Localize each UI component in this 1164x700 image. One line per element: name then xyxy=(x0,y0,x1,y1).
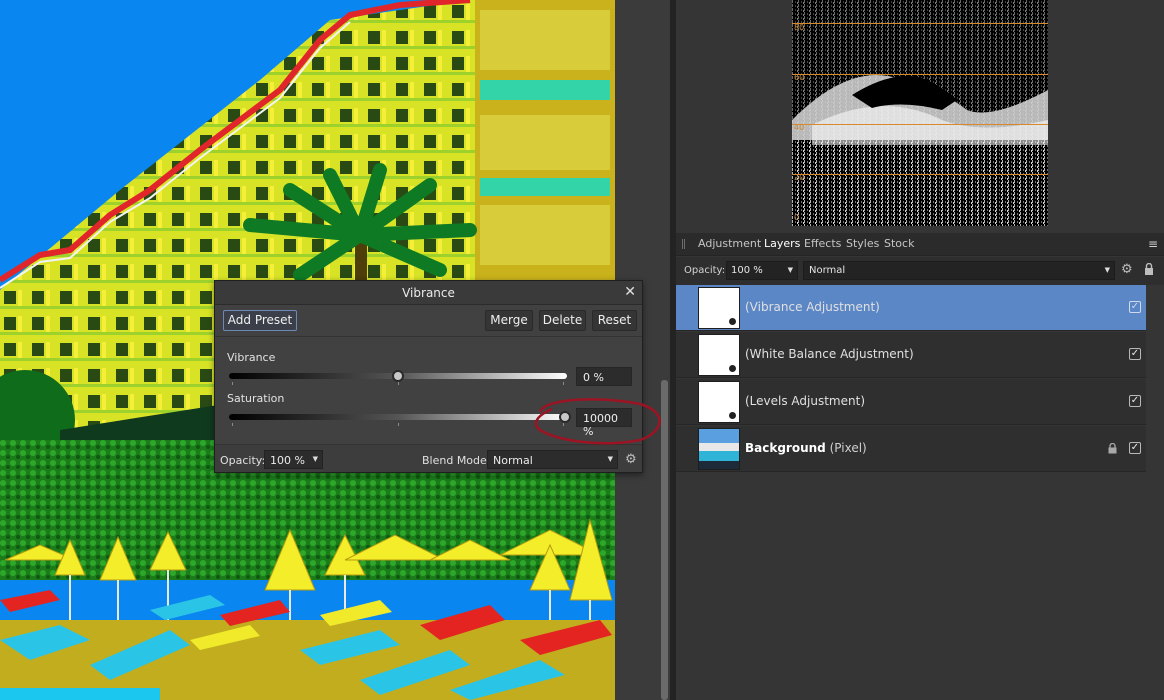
slider-tick xyxy=(232,423,233,426)
slider-tick xyxy=(398,423,399,426)
saturation-slider-ticks xyxy=(232,423,564,426)
layer-thumbnail-photo xyxy=(698,428,740,470)
divider xyxy=(215,336,642,337)
merge-button[interactable]: Merge xyxy=(485,310,533,331)
histogram-tick-label: 0 xyxy=(794,213,800,222)
histogram-tick-label: 40 xyxy=(794,123,805,132)
layer-opacity-value: 100 % xyxy=(731,265,763,276)
layer-row-levels[interactable]: (Levels Adjustment) ✓ xyxy=(676,379,1146,425)
layer-blend-mode-select[interactable]: Normal ▼ xyxy=(803,261,1115,280)
opacity-value: 100 % xyxy=(270,454,305,467)
slider-tick xyxy=(563,382,564,385)
panel-grip-icon[interactable] xyxy=(682,239,685,249)
app-window: 80 60 40 20 0 Adjustment Layers Effects … xyxy=(0,0,1164,700)
layer-thumbnail xyxy=(698,334,740,376)
layer-thumbnail xyxy=(698,287,740,329)
histogram-panel: 80 60 40 20 0 xyxy=(676,0,1164,232)
layer-visibility-checkbox[interactable]: ✓ xyxy=(1129,348,1141,360)
histogram-plot xyxy=(792,0,1048,226)
lock-icon[interactable] xyxy=(1108,443,1117,454)
layer-thumbnail xyxy=(698,381,740,423)
vibrance-slider-handle[interactable] xyxy=(392,370,404,382)
opacity-select[interactable]: 100 % ▼ xyxy=(264,450,323,469)
gear-icon[interactable]: ⚙ xyxy=(625,452,637,467)
saturation-label: Saturation xyxy=(227,392,285,405)
histogram-tick-label: 60 xyxy=(794,73,805,82)
layer-visibility-checkbox[interactable]: ✓ xyxy=(1129,301,1141,313)
chevron-down-icon: ▼ xyxy=(787,266,793,274)
layer-visibility-checkbox[interactable]: ✓ xyxy=(1129,395,1141,407)
histogram-guide-line xyxy=(792,174,1048,175)
tab-effects[interactable]: Effects xyxy=(804,237,841,250)
histogram-guide-line xyxy=(792,23,1048,24)
histogram-graph: 80 60 40 20 0 xyxy=(792,0,1048,226)
slider-tick xyxy=(232,382,233,385)
adjustment-badge-icon xyxy=(728,317,737,326)
gear-icon[interactable]: ⚙ xyxy=(1121,262,1133,277)
layer-type-text: (Pixel) xyxy=(829,441,867,455)
add-preset-button[interactable]: Add Preset xyxy=(223,310,297,331)
layer-name: (White Balance Adjustment) xyxy=(745,347,914,361)
blend-mode-value: Normal xyxy=(493,454,533,467)
chevron-down-icon: ▼ xyxy=(312,455,318,463)
reset-button[interactable]: Reset xyxy=(592,310,637,331)
blend-mode-label: Blend Mode: xyxy=(422,454,491,467)
slider-tick xyxy=(398,382,399,385)
vibrance-value-field[interactable]: 0 % xyxy=(576,367,632,386)
histogram-guide-line xyxy=(792,74,1048,75)
delete-button[interactable]: Delete xyxy=(539,310,586,331)
layer-row-background[interactable]: Background (Pixel) ✓ xyxy=(676,426,1146,472)
dialog-footer: Opacity: 100 % ▼ Blend Mode: Normal ▼ ⚙ xyxy=(215,444,642,472)
histogram-guide-line xyxy=(792,124,1048,125)
layer-visibility-checkbox[interactable]: ✓ xyxy=(1129,442,1141,454)
dialog-title[interactable]: Vibrance xyxy=(215,281,642,305)
adjustment-badge-icon xyxy=(728,364,737,373)
panel-tab-bar: Adjustment Layers Effects Styles Stock ≡ xyxy=(676,233,1164,256)
opacity-label: Opacity: xyxy=(220,454,266,467)
saturation-slider-handle[interactable] xyxy=(559,411,571,423)
blend-mode-select[interactable]: Normal ▼ xyxy=(487,450,618,469)
layer-name: Background (Pixel) xyxy=(745,441,867,455)
vibrance-dialog: Vibrance ✕ Add Preset Merge Delete Reset… xyxy=(214,280,643,473)
layer-name: (Vibrance Adjustment) xyxy=(745,300,880,314)
lock-icon[interactable] xyxy=(1144,263,1154,275)
close-icon[interactable]: ✕ xyxy=(624,284,636,300)
layer-row-vibrance[interactable]: (Vibrance Adjustment) ✓ xyxy=(676,285,1146,331)
saturation-slider-track[interactable] xyxy=(229,414,567,420)
vibrance-label: Vibrance xyxy=(227,351,276,364)
layer-blend-mode-value: Normal xyxy=(809,265,846,276)
layer-row-white-balance[interactable]: (White Balance Adjustment) ✓ xyxy=(676,332,1146,378)
layer-name: (Levels Adjustment) xyxy=(745,394,865,408)
tab-stock[interactable]: Stock xyxy=(884,237,914,250)
panel-menu-icon[interactable]: ≡ xyxy=(1148,237,1158,251)
slider-tick xyxy=(563,423,564,426)
scrollbar-thumb[interactable] xyxy=(661,380,668,700)
layer-name-text: Background xyxy=(745,441,826,455)
chevron-down-icon: ▼ xyxy=(607,455,613,463)
saturation-value-field[interactable]: 10000 % xyxy=(576,408,632,438)
tab-styles[interactable]: Styles xyxy=(846,237,879,250)
chevron-down-icon: ▼ xyxy=(1104,266,1110,274)
adjustment-badge-icon xyxy=(728,411,737,420)
layer-toolbar: Opacity: 100 % ▼ Normal ▼ ⚙ xyxy=(676,257,1164,285)
layer-opacity-label: Opacity: xyxy=(684,265,726,276)
tab-adjustment[interactable]: Adjustment xyxy=(698,237,761,250)
right-panel: 80 60 40 20 0 Adjustment Layers Effects … xyxy=(676,0,1164,700)
layer-opacity-select[interactable]: 100 % ▼ xyxy=(726,261,798,280)
histogram-tick-label: 80 xyxy=(794,23,805,32)
background-thumbnail-image xyxy=(699,429,739,469)
vibrance-slider-ticks xyxy=(232,382,564,385)
histogram-tick-label: 20 xyxy=(794,173,805,182)
tab-layers[interactable]: Layers xyxy=(764,237,800,250)
